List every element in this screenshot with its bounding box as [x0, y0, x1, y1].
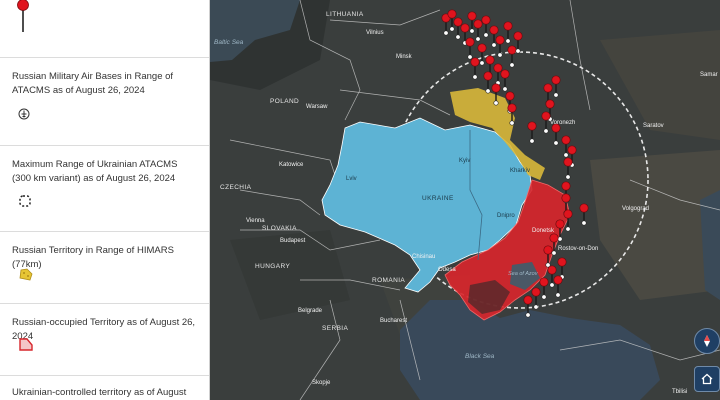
label-black-sea: Black Sea	[465, 353, 495, 360]
label-saratov: Saratov	[643, 123, 664, 129]
label-belgrade: Belgrade	[298, 308, 323, 314]
label-warsaw: Warsaw	[306, 104, 328, 110]
label-czechia: CZECHIA	[220, 184, 252, 191]
label-azov-sea: Sea of Azov	[508, 271, 539, 277]
label-minsk: Minsk	[396, 54, 413, 60]
compass-icon	[704, 335, 710, 347]
label-poland: POLAND	[270, 98, 299, 105]
label-kharkiv: Kharkiv	[510, 168, 530, 174]
label-volgograd: Volgograd	[622, 206, 649, 212]
label-lviv: Lviv	[346, 176, 357, 182]
label-donetsk: Donetsk	[532, 228, 555, 234]
legend-label-himars: Russian Territory in Range of HIMARS (77…	[12, 245, 174, 270]
map-view[interactable]: LITHUANIA POLAND CZECHIA SLOVAKIA HUNGAR…	[210, 0, 720, 400]
legend-label-occupied: Russian-occupied Territory as of August …	[12, 317, 196, 342]
red-area-icon	[19, 338, 33, 351]
label-rostov: Rostov-on-Don	[558, 246, 598, 252]
label-ukraine: UKRAINE	[422, 195, 454, 202]
label-baltic-sea: Baltic Sea	[214, 39, 244, 46]
pin-icon	[17, 0, 29, 32]
dashed-range-icon	[19, 195, 31, 207]
label-bucharest: Bucharest	[380, 318, 407, 324]
legend-item-atacms-range: Maximum Range of Ukrainian ATACMS (300 k…	[0, 146, 209, 232]
label-serbia: SERBIA	[322, 325, 349, 332]
legend-label-atacms-range: Maximum Range of Ukrainian ATACMS (300 k…	[12, 159, 178, 184]
legend-panel: Russian Military Air Bases in Range of A…	[0, 0, 210, 400]
label-tbilisi: Tbilisi	[672, 389, 687, 395]
legend-item-occupied: Russian-occupied Territory as of August …	[0, 304, 209, 376]
label-voronezh: Voronezh	[550, 120, 575, 126]
label-hungary: HUNGARY	[255, 263, 290, 270]
label-lithuania: LITHUANIA	[326, 11, 364, 18]
label-kyiv: Kyiv	[459, 158, 470, 164]
legend-item-top	[0, 0, 209, 58]
airbase-pin-icon	[18, 108, 30, 120]
label-dnipro: Dnipro	[497, 213, 515, 219]
legend-item-himars: Russian Territory in Range of HIMARS (77…	[0, 232, 209, 304]
label-slovakia: SLOVAKIA	[262, 225, 297, 232]
legend-item-airbases: Russian Military Air Bases in Range of A…	[0, 58, 209, 146]
label-skopje: Skopje	[312, 380, 331, 386]
home-icon	[701, 373, 713, 385]
legend-label-airbases: Russian Military Air Bases in Range of A…	[12, 71, 174, 96]
compass-button[interactable]	[694, 328, 720, 354]
yellow-area-icon	[19, 268, 33, 281]
label-romania: ROMANIA	[372, 277, 405, 284]
label-odesa: Odesa	[438, 267, 456, 273]
label-budapest: Budapest	[280, 238, 306, 244]
label-samara: Samar	[700, 72, 718, 78]
label-katowice: Katowice	[279, 162, 304, 168]
legend-item-ukraine-controlled: Ukrainian-controlled territory as of Aug…	[0, 376, 209, 400]
label-vienna: Vienna	[246, 218, 265, 224]
home-button[interactable]	[694, 366, 720, 392]
label-vilnius: Vilnius	[366, 30, 384, 36]
legend-label-ukraine-controlled: Ukrainian-controlled territory as of Aug…	[12, 387, 187, 398]
label-chisinau: Chisinau	[412, 254, 435, 260]
map-canvas[interactable]: LITHUANIA POLAND CZECHIA SLOVAKIA HUNGAR…	[210, 0, 720, 400]
